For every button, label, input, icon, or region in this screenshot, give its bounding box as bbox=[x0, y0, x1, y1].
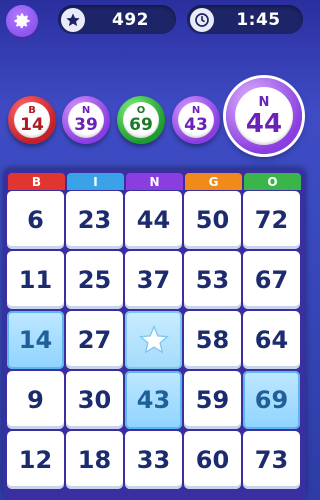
column-header-o: O bbox=[244, 173, 301, 190]
ball-number: 44 bbox=[245, 108, 283, 139]
called-ball: N 39 bbox=[62, 96, 110, 144]
called-ball: N 43 bbox=[172, 96, 220, 144]
bingo-cell[interactable]: 53 bbox=[184, 251, 241, 309]
card-grid: 6 23 44 50 72 11 25 37 53 67 14 27 58 64… bbox=[7, 191, 302, 489]
bingo-cell[interactable]: 25 bbox=[66, 251, 123, 309]
timer-display: 1:45 bbox=[187, 5, 303, 34]
settings-button[interactable] bbox=[6, 5, 38, 37]
bingo-cell[interactable]: 27 bbox=[66, 311, 123, 369]
bingo-cell[interactable]: 64 bbox=[243, 311, 300, 369]
called-ball: B 14 bbox=[8, 96, 56, 144]
ball-number: 43 bbox=[184, 115, 208, 135]
bingo-cell[interactable]: 60 bbox=[184, 431, 241, 489]
bingo-cell[interactable]: 67 bbox=[243, 251, 300, 309]
bingo-cell[interactable]: 72 bbox=[243, 191, 300, 249]
bingo-cell-daubed[interactable]: 14 bbox=[7, 311, 64, 369]
ball-number: 14 bbox=[20, 115, 44, 135]
bingo-cell[interactable]: 50 bbox=[184, 191, 241, 249]
star-icon bbox=[61, 7, 85, 32]
timer-value: 1:45 bbox=[236, 9, 281, 30]
card-header: B I N G O bbox=[8, 173, 301, 190]
bingo-cell[interactable]: 11 bbox=[7, 251, 64, 309]
clock-icon bbox=[190, 7, 214, 32]
current-ball: N 44 bbox=[226, 78, 302, 154]
bingo-cell[interactable]: 9 bbox=[7, 371, 64, 429]
bingo-card: B I N G O 6 23 44 50 72 11 25 37 53 67 1… bbox=[3, 169, 306, 500]
bingo-cell[interactable]: 73 bbox=[243, 431, 300, 489]
bingo-cell[interactable]: 59 bbox=[184, 371, 241, 429]
gear-icon bbox=[14, 13, 30, 29]
bingo-cell[interactable]: 23 bbox=[66, 191, 123, 249]
ball-letter: N bbox=[258, 94, 270, 110]
column-header-i: I bbox=[67, 173, 124, 190]
ball-number: 39 bbox=[74, 115, 98, 135]
star-icon bbox=[138, 324, 169, 354]
bingo-cell[interactable]: 44 bbox=[125, 191, 182, 249]
bingo-cell[interactable]: 6 bbox=[7, 191, 64, 249]
bingo-cell[interactable]: 18 bbox=[66, 431, 123, 489]
free-space bbox=[125, 311, 182, 369]
bingo-cell-daubed[interactable]: 43 bbox=[125, 371, 182, 429]
called-ball: O 69 bbox=[117, 96, 165, 144]
score-display: 492 bbox=[58, 5, 176, 34]
column-header-b: B bbox=[8, 173, 65, 190]
bingo-cell[interactable]: 12 bbox=[7, 431, 64, 489]
column-header-g: G bbox=[185, 173, 242, 190]
bingo-cell[interactable]: 33 bbox=[125, 431, 182, 489]
column-header-n: N bbox=[126, 173, 183, 190]
bingo-cell-daubed[interactable]: 69 bbox=[243, 371, 300, 429]
ball-number: 69 bbox=[129, 115, 153, 135]
bingo-cell[interactable]: 30 bbox=[66, 371, 123, 429]
bingo-cell[interactable]: 58 bbox=[184, 311, 241, 369]
score-value: 492 bbox=[112, 9, 149, 30]
bingo-cell[interactable]: 37 bbox=[125, 251, 182, 309]
